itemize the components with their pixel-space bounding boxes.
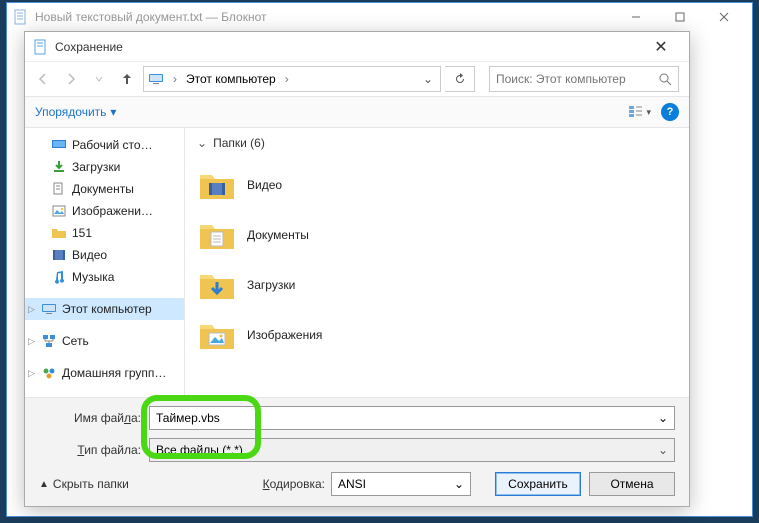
sidebar-item-pictures[interactable]: Изображени… [25,200,184,222]
breadcrumb-chevron-icon[interactable]: › [282,72,292,86]
music-icon [51,269,67,285]
sidebar-item-homegroup[interactable]: ▷ Домашняя групп… [25,362,184,384]
downloads-folder-icon [197,265,237,305]
breadcrumb-chevron-icon[interactable]: › [170,72,180,86]
folder-label: Изображения [247,328,322,342]
pictures-icon [51,203,67,219]
nav-forward-button[interactable] [59,67,83,91]
expand-icon[interactable]: ▷ [28,336,38,347]
sidebar-item-this-pc[interactable]: ▷ Этот компьютер [25,298,184,320]
save-button-label: Сохранить [508,477,568,491]
sidebar-item-downloads[interactable]: Загрузки [25,156,184,178]
sidebar-item-label: Загрузки [72,160,120,174]
collapse-icon: ⌄ [197,136,207,150]
dropdown-icon[interactable]: ⌄ [454,477,464,491]
sidebar-item-label: Сеть [62,334,89,348]
sidebar-item-label: Музыка [72,270,114,284]
sidebar-item-label: Видео [72,248,107,262]
notepad-icon [13,9,29,25]
documents-icon [51,181,67,197]
group-label: Папки (6) [213,136,265,150]
sidebar-item-label: 151 [72,226,92,240]
filetype-label: Тип файла: [39,443,149,457]
nav-back-button[interactable] [31,67,55,91]
homegroup-icon [41,365,57,381]
filetype-combo[interactable]: Все файлы (*.*) ⌄ [149,438,675,462]
folder-label: Загрузки [247,278,295,292]
minimize-button[interactable] [614,3,658,31]
hide-folders-label: Скрыть папки [53,477,129,491]
documents-folder-icon [197,215,237,255]
filename-label: Имя файла: [39,411,149,425]
sidebar-item-network[interactable]: ▷ Сеть [25,330,184,352]
encoding-label: Кодировка: [263,477,325,491]
sidebar-item-music[interactable]: Музыка [25,266,184,288]
content-pane: ⌄ Папки (6) Видео Документы Загрузки [185,128,689,397]
sidebar-item-label: Документы [72,182,134,196]
close-button[interactable] [702,3,746,31]
view-mode-button[interactable]: ▾ [628,104,651,120]
dropdown-icon: ▾ [110,105,116,119]
pictures-folder-icon [197,315,237,355]
folder-icon [51,225,67,241]
sidebar-item-label: Этот компьютер [62,302,152,316]
dropdown-icon[interactable]: ⌄ [658,411,668,425]
help-button[interactable]: ? [661,103,679,121]
filename-input[interactable]: Таймер.vbs ⌄ [149,406,675,430]
chevron-up-icon: ▲ [39,479,49,490]
sidebar-item-videos[interactable]: Видео [25,244,184,266]
videos-folder-icon [197,165,237,205]
sidebar-item-folder-151[interactable]: 151 [25,222,184,244]
sidebar-item-documents[interactable]: Документы [25,178,184,200]
cancel-button[interactable]: Отмена [589,472,675,496]
nav-recent-button[interactable] [87,67,111,91]
network-icon [41,333,57,349]
sidebar-item-label: Домашняя групп… [62,366,166,380]
folder-item-downloads[interactable]: Загрузки [197,260,677,310]
organize-label: Упорядочить [35,105,106,119]
search-icon [659,73,672,86]
search-input[interactable] [496,72,655,86]
desktop-icon [51,137,67,153]
this-pc-icon [148,71,164,87]
folder-item-pictures[interactable]: Изображения [197,310,677,360]
dialog-close-button[interactable]: ✕ [641,32,681,62]
filetype-value: Все файлы (*.*) [156,443,243,457]
videos-icon [51,247,67,263]
filename-value: Таймер.vbs [156,411,220,425]
sidebar-item-label: Рабочий сто… [72,138,153,152]
dropdown-icon[interactable]: ⌄ [658,443,668,457]
hide-folders-button[interactable]: ▲ Скрыть папки [39,477,129,491]
folder-label: Видео [247,178,282,192]
expand-icon[interactable]: ▷ [28,304,38,315]
breadcrumb-location[interactable]: Этот компьютер [186,72,276,86]
folder-label: Документы [247,228,309,242]
sidebar: Рабочий сто… Загрузки Документы Изображе… [25,128,185,397]
organize-button[interactable]: Упорядочить ▾ [35,105,116,119]
sidebar-item-label: Изображени… [72,204,153,218]
save-dialog: Сохранение ✕ › Этот компьютер › ⌄ Упоряд… [24,31,690,507]
refresh-button[interactable] [445,66,475,92]
dialog-title: Сохранение [55,40,641,54]
dropdown-icon: ▾ [646,107,651,118]
sidebar-item-desktop[interactable]: Рабочий сто… [25,134,184,156]
cancel-button-label: Отмена [610,477,653,491]
encoding-value: ANSI [338,477,366,491]
downloads-icon [51,159,67,175]
address-dropdown-icon[interactable]: ⌄ [420,72,436,86]
nav-up-button[interactable] [115,67,139,91]
notepad-title: Новый текстовый документ.txt — Блокнот [35,10,614,24]
encoding-combo[interactable]: ANSI ⌄ [331,472,471,496]
group-header-folders[interactable]: ⌄ Папки (6) [197,136,677,150]
expand-icon[interactable]: ▷ [28,368,38,379]
save-button[interactable]: Сохранить [495,472,581,496]
folder-item-videos[interactable]: Видео [197,160,677,210]
dialog-icon [33,39,49,55]
search-box[interactable] [489,66,679,92]
maximize-button[interactable] [658,3,702,31]
address-bar[interactable]: › Этот компьютер › ⌄ [143,66,441,92]
this-pc-icon [41,301,57,317]
folder-item-documents[interactable]: Документы [197,210,677,260]
